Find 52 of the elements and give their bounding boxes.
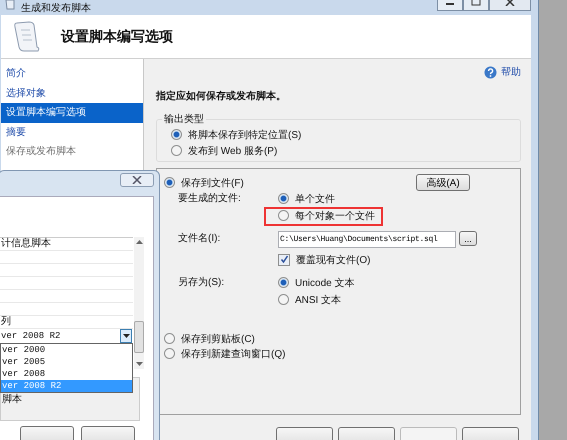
group-title: 输出类型 bbox=[162, 112, 206, 126]
dropdown-option[interactable]: ver 2005 bbox=[1, 356, 132, 368]
help-link[interactable]: 帮助 bbox=[484, 65, 521, 79]
nav-item[interactable]: 设置脚本编写选项 bbox=[1, 103, 143, 122]
close-icon bbox=[505, 0, 515, 6]
maximize-icon bbox=[471, 0, 481, 6]
nav-item[interactable]: 选择对象 bbox=[1, 84, 143, 103]
dropdown-option[interactable]: ver 2008 bbox=[1, 368, 132, 380]
dropdown-option[interactable]: ver 2000 bbox=[1, 344, 132, 356]
scrollbar[interactable] bbox=[134, 237, 144, 369]
radio-button[interactable] bbox=[278, 294, 289, 305]
radio-label: ANSI 文本 bbox=[295, 294, 342, 306]
field-label: 要生成的文件: bbox=[178, 192, 242, 206]
radio-button[interactable] bbox=[164, 348, 175, 359]
radio-label: Unicode 文本 bbox=[295, 276, 354, 290]
radio-label: 保存到剪贴板(C) bbox=[181, 332, 255, 346]
checkbox-label: 覆盖现有文件(O) bbox=[296, 254, 370, 266]
field-label: 另存为(S): bbox=[178, 276, 226, 290]
filename-field[interactable]: C:\Users\Huang\Documents\script.sql bbox=[278, 231, 456, 248]
browse-button[interactable]: ... bbox=[459, 231, 477, 246]
radio-button[interactable] bbox=[278, 277, 289, 288]
radio-button[interactable] bbox=[278, 210, 289, 221]
radio-label: 每个对象一个文件 bbox=[295, 210, 375, 222]
instruction-text: 指定应如何保存或发布脚本。 bbox=[156, 89, 287, 103]
page-title: 设置脚本编写选项 bbox=[61, 28, 173, 46]
scroll-down-icon[interactable] bbox=[136, 362, 142, 366]
field-label: 文件名(I): bbox=[178, 232, 222, 246]
nav-item[interactable]: 摘要 bbox=[1, 122, 143, 142]
scroll-up-icon[interactable] bbox=[136, 240, 142, 244]
radio-button[interactable] bbox=[164, 333, 175, 344]
help-icon bbox=[484, 66, 497, 78]
radio-label: 保存到文件(F) bbox=[181, 176, 244, 190]
advanced-button[interactable]: 高级(A) bbox=[416, 174, 470, 191]
radio-button[interactable] bbox=[164, 177, 175, 188]
list-row[interactable]: 列 bbox=[0, 316, 133, 329]
radio-button[interactable] bbox=[278, 193, 289, 204]
version-dropdown[interactable]: ver 2008 R2 bbox=[0, 329, 132, 343]
radio-label: 保存到新建查询窗口(Q) bbox=[181, 348, 286, 360]
close-icon bbox=[132, 176, 142, 184]
radio-button[interactable] bbox=[171, 129, 182, 140]
radio-label: 发布到 Web 服务(P) bbox=[188, 144, 278, 158]
nav-item[interactable]: 简介 bbox=[1, 64, 143, 84]
minimize-icon bbox=[445, 0, 455, 6]
scrollbar-thumb[interactable] bbox=[134, 321, 144, 353]
description-text: 脚本 bbox=[2, 392, 22, 406]
radio-button[interactable] bbox=[171, 145, 182, 156]
checkbox[interactable] bbox=[278, 254, 290, 266]
window-title: 生成和发布脚本 bbox=[21, 2, 91, 15]
list-row[interactable]: 计信息脚本 bbox=[0, 238, 133, 251]
radio-label: 将脚本保存到特定位置(S) bbox=[188, 128, 302, 142]
radio-label: 单个文件 bbox=[295, 192, 335, 206]
close-button[interactable] bbox=[120, 173, 154, 187]
